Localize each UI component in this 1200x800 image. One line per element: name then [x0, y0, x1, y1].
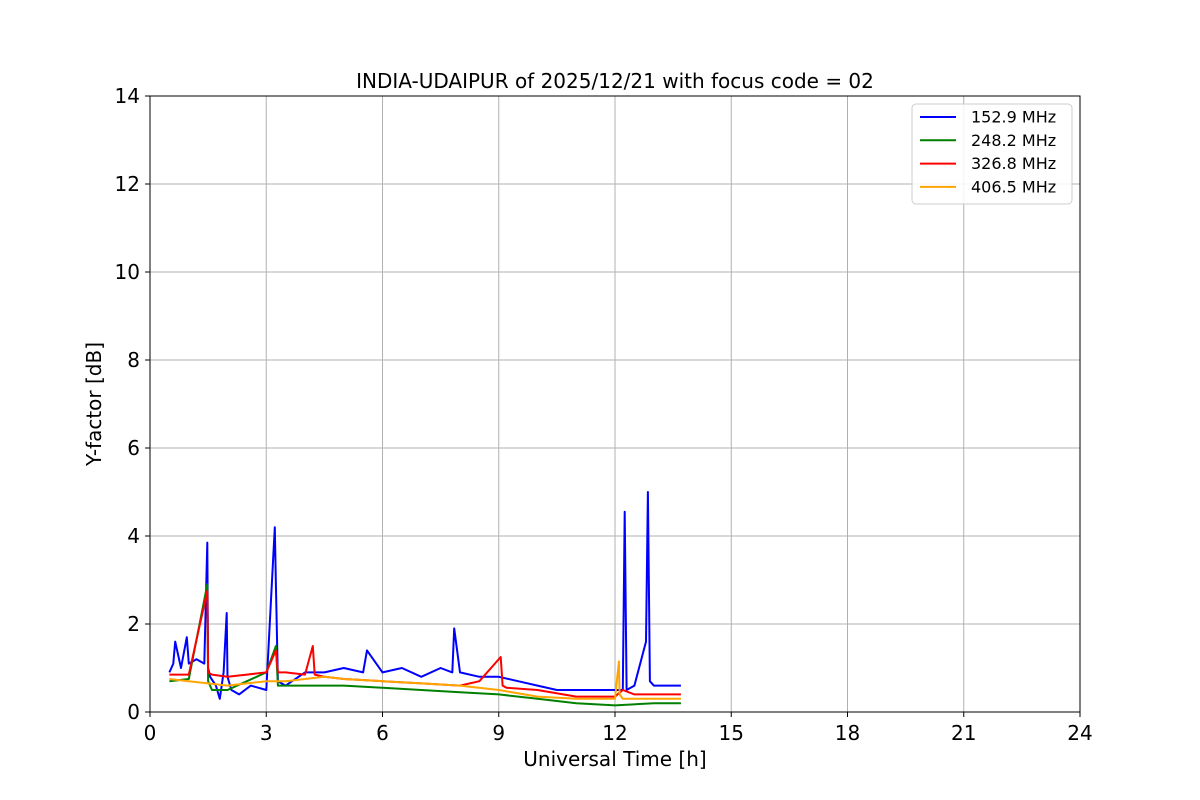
x-tick-label: 12 — [602, 721, 627, 745]
x-axis-label: Universal Time [h] — [523, 747, 706, 771]
x-tick-label: 3 — [260, 721, 273, 745]
x-tick-label: 15 — [719, 721, 744, 745]
chart-title: INDIA-UDAIPUR of 2025/12/21 with focus c… — [356, 69, 874, 93]
y-tick-label: 8 — [127, 348, 140, 372]
legend-label: 152.9 MHz — [971, 108, 1056, 127]
x-tick-label: 0 — [144, 721, 157, 745]
series-layer — [168, 491, 681, 707]
y-tick-label: 0 — [127, 700, 140, 724]
y-tick-label: 6 — [127, 436, 140, 460]
series-line-1 — [169, 583, 681, 707]
series-line-0 — [168, 491, 681, 700]
legend-label: 326.8 MHz — [971, 154, 1056, 173]
y-tick-label: 2 — [127, 612, 140, 636]
x-tick-label: 21 — [951, 721, 976, 745]
legend-label: 406.5 MHz — [971, 177, 1056, 196]
y-tick-label: 12 — [115, 172, 140, 196]
y-tick-label: 10 — [115, 260, 140, 284]
x-tick-label: 24 — [1067, 721, 1092, 745]
y-axis-label: Y-factor [dB] — [82, 342, 106, 467]
legend-label: 248.2 MHz — [971, 131, 1056, 150]
x-tick-label: 9 — [492, 721, 505, 745]
legend: 152.9 MHz 248.2 MHz 326.8 MHz 406.5 MHz — [911, 103, 1073, 205]
chart-svg: INDIA-UDAIPUR of 2025/12/21 with focus c… — [82, 69, 1093, 771]
y-tick-label: 14 — [115, 84, 140, 108]
x-tick-label: 6 — [376, 721, 389, 745]
x-tick-label: 18 — [835, 721, 860, 745]
y-tick-label: 4 — [127, 524, 140, 548]
series-line-3 — [169, 660, 681, 700]
